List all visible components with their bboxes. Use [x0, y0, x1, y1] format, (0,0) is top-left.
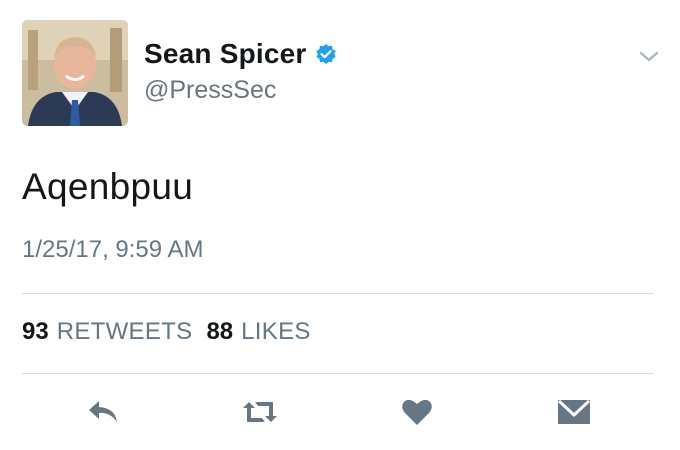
reply-button[interactable]: [83, 396, 123, 428]
divider: [22, 293, 654, 294]
like-button[interactable]: [397, 396, 437, 428]
tweet-text: Aqenbpuu: [22, 166, 194, 207]
retweets-stat[interactable]: 93 RETWEETS: [22, 318, 192, 346]
avatar-image: [22, 20, 128, 126]
divider: [22, 373, 654, 374]
tweet-card: Sean Spicer @PressSec Aqenbpuu 1/25/17, …: [0, 0, 680, 450]
avatar[interactable]: [22, 20, 128, 126]
chevron-down-icon[interactable]: [637, 48, 661, 66]
likes-label: LIKES: [241, 318, 311, 345]
retweet-icon: [243, 402, 277, 422]
likes-count: 88: [206, 318, 234, 345]
user-name-row: Sean Spicer: [144, 36, 337, 72]
tweet-timestamp[interactable]: 1/25/17, 9:59 AM: [22, 236, 203, 264]
retweets-count: 93: [22, 318, 49, 345]
reply-icon: [89, 401, 117, 422]
display-name[interactable]: Sean Spicer: [144, 38, 307, 70]
direct-message-icon: [557, 399, 591, 424]
retweet-button[interactable]: [240, 396, 280, 428]
tweet-stats: 93 RETWEETS 88 LIKES: [22, 318, 311, 346]
like-icon: [402, 399, 432, 425]
direct-message-button[interactable]: [554, 396, 594, 428]
user-handle[interactable]: @PressSec: [144, 76, 276, 105]
verified-badge-icon: [315, 43, 337, 65]
retweets-label: RETWEETS: [56, 318, 193, 345]
likes-stat[interactable]: 88 LIKES: [206, 318, 310, 346]
